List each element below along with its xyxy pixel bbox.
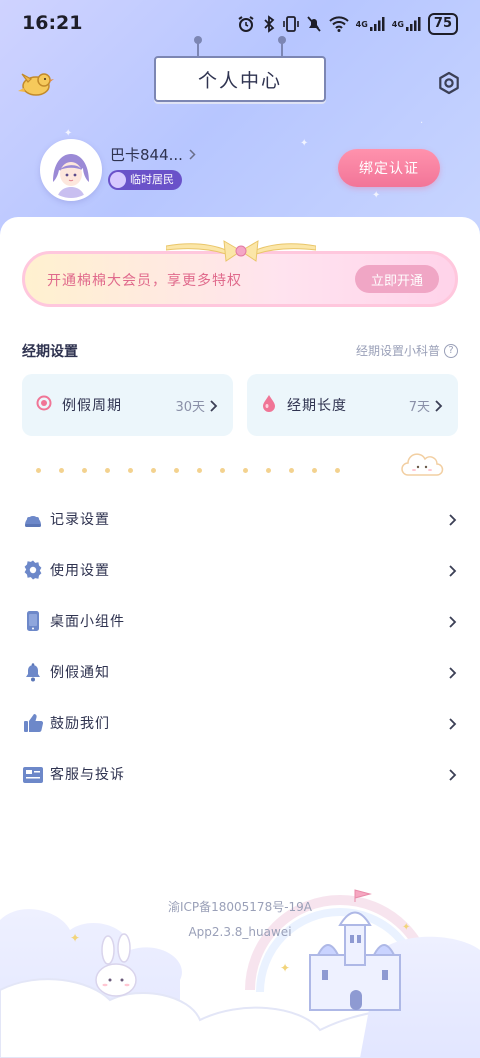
star-decoration: · xyxy=(420,118,424,129)
resident-badge-label: 临时居民 xyxy=(130,173,174,186)
status-time: 16:21 xyxy=(22,12,83,34)
star-decoration: ✦ xyxy=(64,128,73,139)
signal-icon: 4G xyxy=(392,16,421,32)
chevron-right-icon xyxy=(448,716,458,730)
phone-icon xyxy=(22,610,44,632)
status-bar: 16:21 4G 4G 75 xyxy=(0,0,480,48)
badge-avatar-icon xyxy=(110,172,126,188)
icp-record: 渝ICP备18005178号-19A xyxy=(167,900,313,914)
length-label: 经期长度 xyxy=(287,398,347,414)
menu-item-label: 记录设置 xyxy=(50,512,110,528)
chevron-right-icon xyxy=(448,665,458,679)
chevron-right-icon xyxy=(448,563,458,577)
vip-banner-text: 开通棉棉大会员，享更多特权 xyxy=(47,273,242,289)
cycle-value: 30天 xyxy=(175,399,205,415)
menu-item-label: 使用设置 xyxy=(50,563,110,579)
question-icon: ? xyxy=(444,343,458,358)
blood-drop-icon xyxy=(261,394,277,416)
menu-item-label: 鼓励我们 xyxy=(50,716,110,732)
dotted-divider xyxy=(36,468,340,473)
avatar[interactable] xyxy=(40,139,102,201)
menu-item-record-settings[interactable]: 记录设置 xyxy=(0,499,480,539)
app-version: App2.3.8_huawei xyxy=(188,925,292,939)
star-decoration: ✦ xyxy=(372,190,381,201)
menu-item-customer-service[interactable]: 客服与投诉 xyxy=(0,754,480,794)
period-section-title: 经期设置 xyxy=(22,341,78,363)
wifi-icon xyxy=(328,16,349,32)
chevron-right-icon xyxy=(434,398,444,412)
period-help-label: 经期设置小科普 xyxy=(355,344,440,358)
page-title: 个人中心 xyxy=(154,56,326,102)
chevron-right-icon xyxy=(209,398,219,412)
length-value: 7天 xyxy=(408,399,430,415)
menu-item-period-notification[interactable]: 例假通知 xyxy=(0,652,480,692)
menu-item-desktop-widget[interactable]: 桌面小组件 xyxy=(0,601,480,641)
resident-badge: 临时居民 xyxy=(108,170,182,190)
cycle-label: 例假周期 xyxy=(62,398,122,414)
gear-icon xyxy=(22,559,44,581)
alarm-icon xyxy=(237,15,255,33)
cycle-dot-icon xyxy=(36,395,52,415)
bluetooth-icon xyxy=(262,15,276,33)
settings-icon[interactable] xyxy=(436,70,462,96)
chevron-right-icon xyxy=(448,614,458,628)
menu-item-label: 例假通知 xyxy=(50,665,110,681)
menu-item-label: 桌面小组件 xyxy=(50,614,125,630)
cloud-icon xyxy=(400,451,444,479)
menu-item-label: 客服与投诉 xyxy=(50,767,125,783)
bell-icon xyxy=(22,661,44,683)
network-type-label: 4G xyxy=(355,19,368,29)
chevron-right-icon xyxy=(189,146,196,164)
chevron-right-icon xyxy=(448,512,458,526)
length-setting-card[interactable]: 经期长度 7天 xyxy=(247,374,458,436)
thumbs-up-icon xyxy=(22,712,44,734)
mute-bell-icon xyxy=(306,15,322,33)
bind-auth-button[interactable]: 绑定认证 xyxy=(338,149,440,187)
period-help-link[interactable]: 经期设置小科普 ? xyxy=(356,342,458,359)
star-decoration: ✦ xyxy=(300,138,309,149)
vip-open-button[interactable]: 立即开通 xyxy=(355,265,439,293)
chevron-right-icon xyxy=(448,767,458,781)
status-icons: 4G 4G 75 xyxy=(237,13,458,35)
username[interactable]: 巴卡844... xyxy=(110,144,196,165)
svg-text:✦: ✦ xyxy=(280,961,290,975)
inbox-icon xyxy=(22,763,44,785)
record-icon xyxy=(22,508,44,530)
username-label: 巴卡844... xyxy=(110,146,183,164)
signal-icon: 4G xyxy=(356,16,385,32)
menu-item-encourage-us[interactable]: 鼓励我们 xyxy=(0,703,480,743)
vibrate-icon xyxy=(282,15,299,33)
network-type-label: 4G xyxy=(391,19,404,29)
battery-indicator: 75 xyxy=(427,13,458,35)
ribbon-bow-icon xyxy=(165,236,317,266)
bird-icon[interactable] xyxy=(16,66,56,100)
menu-item-usage-settings[interactable]: 使用设置 xyxy=(0,550,480,590)
cycle-setting-card[interactable]: 例假周期 30天 xyxy=(22,374,233,436)
